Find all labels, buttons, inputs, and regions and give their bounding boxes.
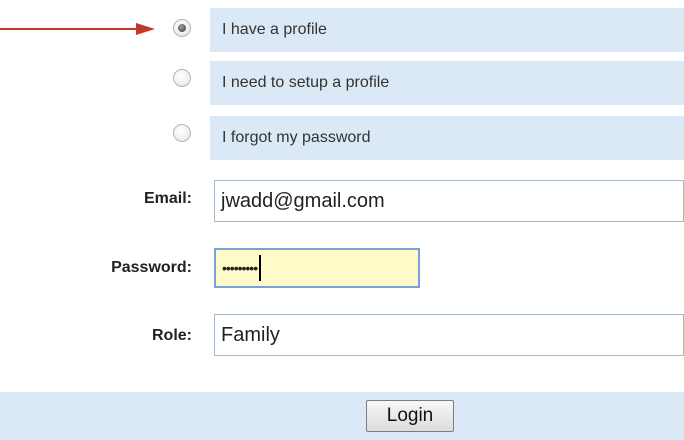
radio-selected-dot — [178, 24, 186, 32]
text-caret — [259, 255, 262, 281]
email-field[interactable]: jwadd@gmail.com — [214, 180, 684, 222]
option-label-have-profile: I have a profile — [222, 21, 327, 38]
option-row-setup-profile[interactable]: I need to setup a profile — [210, 61, 684, 105]
radio-setup-profile[interactable] — [173, 69, 191, 87]
role-value: Family — [221, 323, 280, 346]
option-row-have-profile[interactable]: I have a profile — [210, 8, 684, 52]
option-row-forgot-password[interactable]: I forgot my password — [210, 116, 684, 160]
role-field[interactable]: Family — [214, 314, 684, 356]
password-label: Password: — [111, 259, 192, 276]
annotation-arrow-icon — [0, 23, 155, 35]
role-label: Role: — [152, 327, 192, 344]
email-value: jwadd@gmail.com — [221, 189, 385, 212]
email-label: Email: — [143, 190, 192, 207]
password-value: ••••••••• — [222, 260, 258, 276]
option-label-setup-profile: I need to setup a profile — [222, 74, 390, 91]
login-button[interactable]: Login — [366, 400, 454, 432]
password-field[interactable]: ••••••••• — [214, 248, 420, 288]
option-label-forgot-password: I forgot my password — [222, 129, 371, 146]
action-bar — [0, 392, 684, 440]
radio-forgot-password[interactable] — [173, 124, 191, 142]
radio-have-profile[interactable] — [173, 19, 191, 37]
